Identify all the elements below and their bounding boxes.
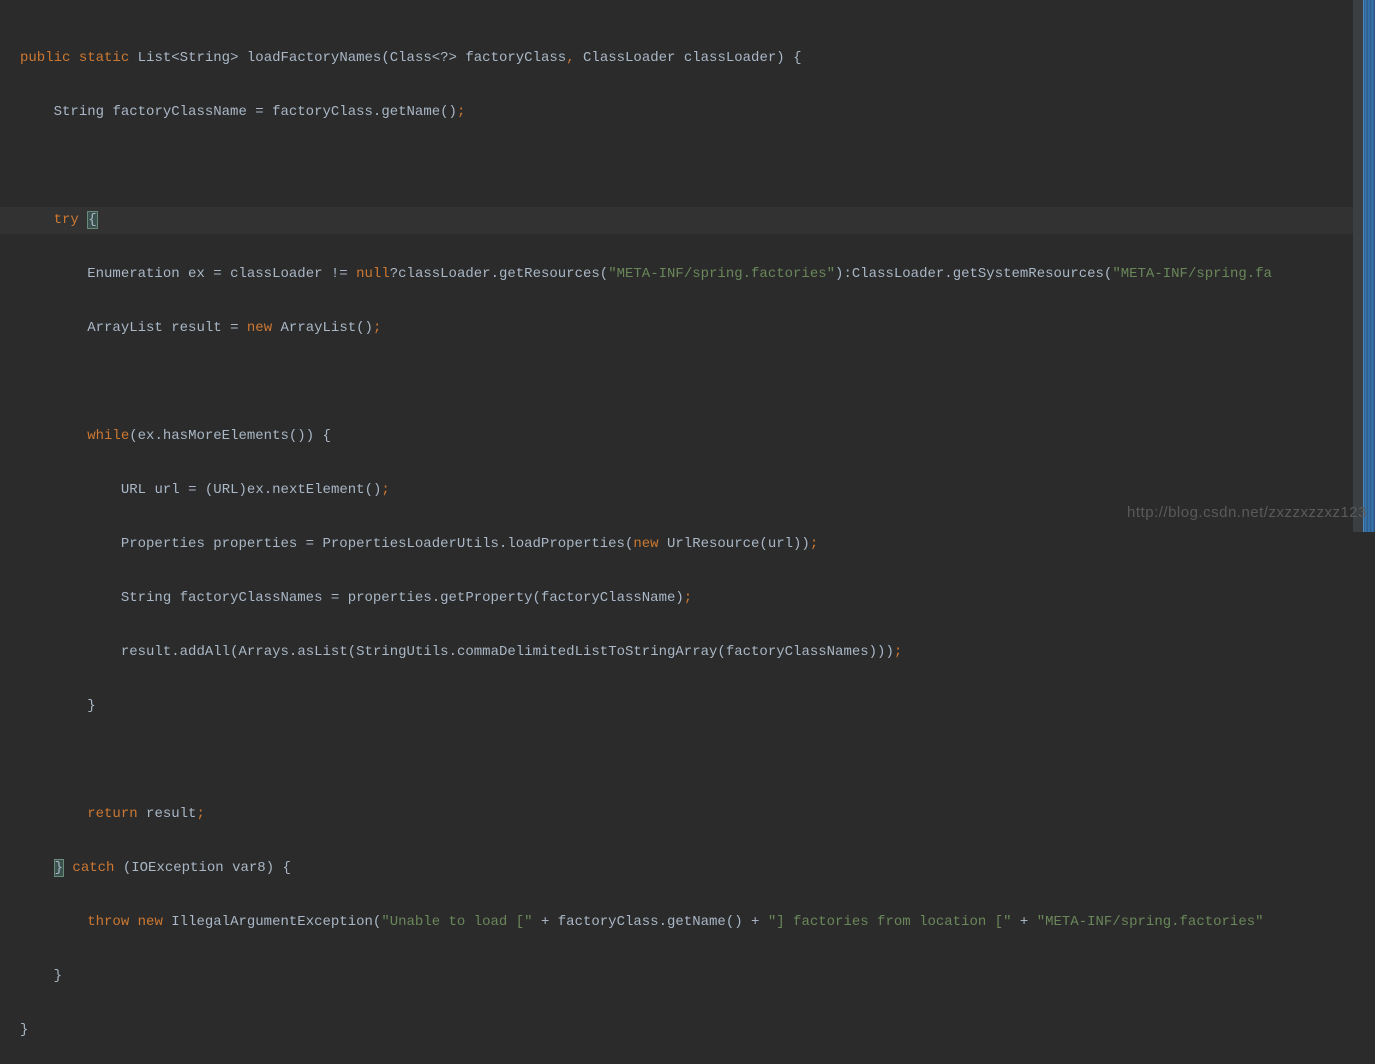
code-line: result.addAll(Arrays.asList(StringUtils.… — [0, 639, 1375, 666]
code-line: } — [0, 693, 1375, 720]
code-line-empty — [0, 369, 1375, 396]
keyword-static: static — [79, 50, 129, 66]
code-line: } catch (IOException var8) { — [0, 855, 1375, 882]
code-line: String factoryClassNames = properties.ge… — [0, 585, 1375, 612]
type-list: List — [138, 50, 172, 66]
string-literal: "META-INF/spring.factories" — [608, 266, 835, 282]
window-right-border — [1363, 0, 1375, 532]
vertical-scrollbar[interactable] — [1353, 0, 1363, 532]
watermark-text: http://blog.csdn.net/zxzzxzzxz123 — [1127, 499, 1367, 526]
keyword-null: null — [356, 266, 390, 282]
code-line: Enumeration ex = classLoader != null?cla… — [0, 261, 1375, 288]
brace-match-close: } — [54, 859, 64, 877]
code-line: return result; — [0, 801, 1375, 828]
code-line-empty — [0, 747, 1375, 774]
brace-match-open: { — [87, 211, 97, 229]
code-line-empty — [0, 153, 1375, 180]
keyword-public: public — [20, 50, 70, 66]
keyword-throw: throw — [87, 914, 129, 930]
code-line-current: try { — [0, 207, 1375, 234]
code-line: Properties properties = PropertiesLoader… — [0, 531, 1375, 558]
method-name: loadFactoryNames — [247, 50, 381, 66]
keyword-catch: catch — [72, 860, 114, 876]
code-editor[interactable]: public static List<String> loadFactoryNa… — [0, 0, 1375, 1064]
keyword-new: new — [247, 320, 272, 336]
code-line: } — [0, 963, 1375, 990]
code-line: public static List<String> loadFactoryNa… — [0, 45, 1375, 72]
code-line: while(ex.hasMoreElements()) { — [0, 423, 1375, 450]
keyword-while: while — [87, 428, 129, 444]
keyword-return: return — [87, 806, 137, 822]
code-line: ArrayList result = new ArrayList(); — [0, 315, 1375, 342]
code-line: } — [0, 1017, 1375, 1044]
code-line: throw new IllegalArgumentException("Unab… — [0, 909, 1375, 936]
code-line: String factoryClassName = factoryClass.g… — [0, 99, 1375, 126]
keyword-try: try — [54, 212, 79, 228]
